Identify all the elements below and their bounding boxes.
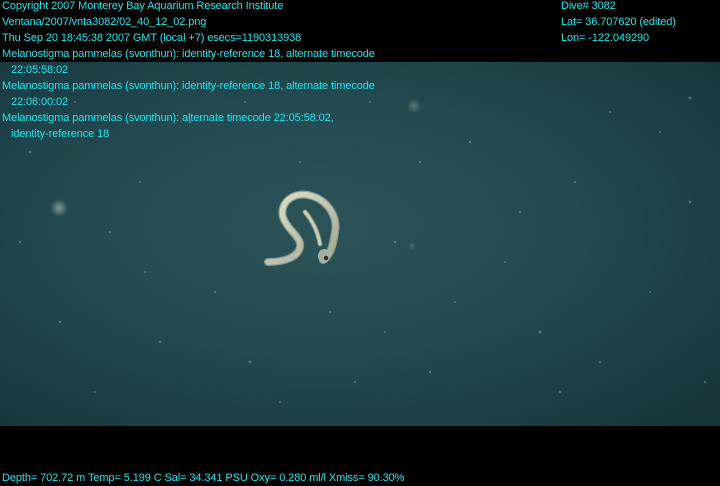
video-frame: Copyright 2007 Monterey Bay Aquarium Res… bbox=[0, 0, 720, 486]
eelpout-fish bbox=[264, 190, 340, 266]
annotation-2-line1: Melanostigma pammelas (svonthun): identi… bbox=[2, 80, 375, 92]
annotation-1-line1: Melanostigma pammelas (svonthun): identi… bbox=[2, 48, 375, 60]
marine-snow-particles bbox=[18, 96, 707, 403]
annotation-2-line2: 22:06:00:02 bbox=[11, 96, 69, 108]
annotation-1-line2: 22:05:58:02 bbox=[11, 64, 69, 76]
blurred-particle bbox=[407, 99, 421, 113]
dive-number: Dive# 3082 bbox=[561, 0, 616, 12]
annotation-3-line2: identity-reference 18 bbox=[11, 128, 110, 140]
blurred-particle bbox=[408, 242, 416, 250]
sensor-readout: Depth= 702.72 m Temp= 5.199 C Sal= 34.34… bbox=[2, 472, 405, 484]
metadata-overlay: Copyright 2007 Monterey Bay Aquarium Res… bbox=[2, 0, 375, 142]
longitude: Lon= -122.049290 bbox=[561, 32, 650, 44]
timestamp-text: Thu Sep 20 18:45:38 2007 GMT (local +7) … bbox=[2, 32, 302, 44]
file-path-text: Ventana/2007/vnta3082/02_40_12_02.png bbox=[2, 16, 207, 28]
blurred-particle bbox=[50, 199, 68, 217]
latitude: Lat= 36.707620 (edited) bbox=[561, 16, 676, 28]
annotation-3-line1: Melanostigma pammelas (svonthun): altern… bbox=[2, 112, 334, 124]
dive-info-overlay: Dive# 3082 Lat= 36.707620 (edited) Lon= … bbox=[561, 0, 676, 46]
copyright-text: Copyright 2007 Monterey Bay Aquarium Res… bbox=[2, 0, 284, 12]
